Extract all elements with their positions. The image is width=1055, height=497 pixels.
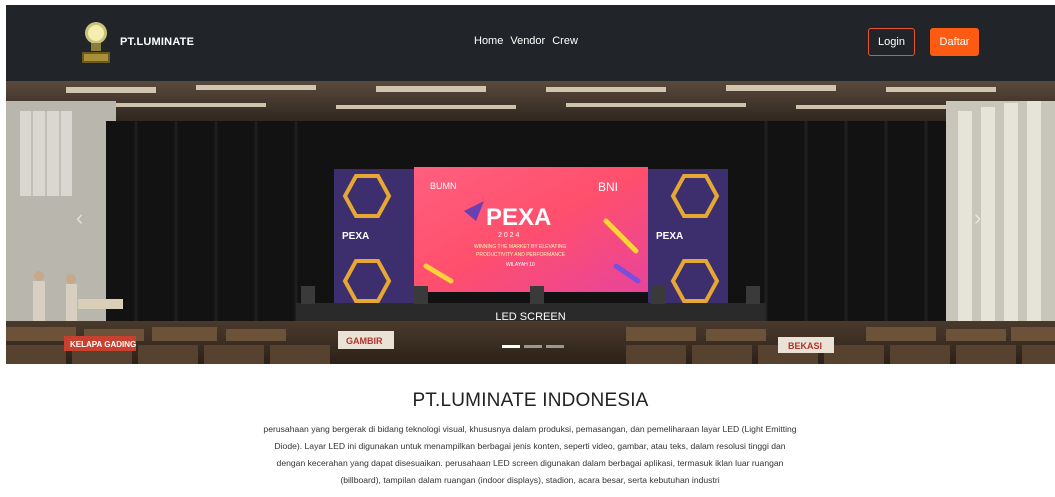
lightbulb-logo-icon: [82, 22, 110, 63]
side-panel-label-left: PEXA: [342, 231, 369, 242]
carousel-indicator[interactable]: [524, 345, 542, 348]
screen-tagline-1: WINNING THE MARKET BY ELEVATING: [474, 244, 566, 250]
about-section: PT.LUMINATE INDONESIA perusahaan yang be…: [6, 364, 1055, 497]
sign-bekasi: BEKASI: [788, 341, 822, 351]
hero-carousel: PEXA PEXA BUMN BNI PEXA 2 0 2 4 WINNING …: [6, 81, 1055, 364]
brand-name: PT.LUMINATE: [120, 36, 195, 48]
sign-kelapa-gading: KELAPA GADING: [70, 340, 136, 349]
login-button[interactable]: Login: [868, 28, 915, 56]
nav-link-crew[interactable]: Crew: [552, 35, 578, 47]
chevron-right-icon[interactable]: ›: [974, 205, 981, 231]
nav-link-home[interactable]: Home: [474, 35, 503, 47]
side-panel-label-right: PEXA: [656, 231, 683, 242]
screen-year: 2 0 2 4: [498, 232, 520, 239]
brand-link[interactable]: PT.LUMINATE: [78, 19, 194, 65]
about-description: perusahaan yang bergerak di bidang tekno…: [263, 424, 797, 485]
page-frame: PT.LUMINATE Home Vendor Crew Login Dafta…: [6, 5, 1055, 497]
nav-links: Home Vendor Crew: [474, 35, 578, 47]
screen-sub: WILAYAH 10: [506, 262, 535, 268]
nav-link-vendor[interactable]: Vendor: [510, 35, 545, 47]
register-button[interactable]: Daftar: [930, 28, 979, 56]
chevron-left-icon[interactable]: ‹: [76, 205, 83, 231]
screen-logo-left: BUMN: [430, 181, 457, 191]
about-title: PT.LUMINATE INDONESIA: [412, 390, 649, 411]
screen-tagline-2: PRODUCTIVITY AND PERFORMANCE: [476, 252, 566, 258]
slide-caption: LED SCREEN: [495, 311, 566, 323]
screen-brand: PEXA: [486, 204, 551, 231]
navbar: PT.LUMINATE Home Vendor Crew Login Dafta…: [6, 5, 1055, 81]
carousel-indicator[interactable]: [546, 345, 564, 348]
carousel-indicator-active[interactable]: [502, 345, 520, 348]
screen-logo-right: BNI: [598, 180, 618, 194]
sign-gambir: GAMBIR: [346, 336, 383, 346]
